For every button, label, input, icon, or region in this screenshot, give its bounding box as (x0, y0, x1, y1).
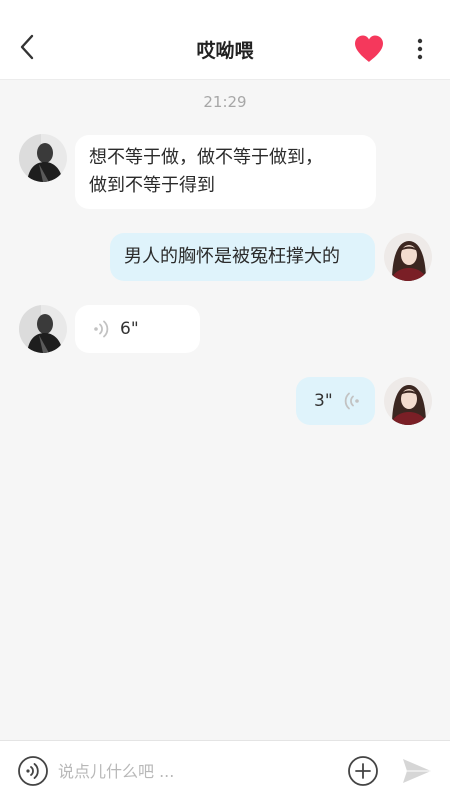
voice-message-bubble[interactable]: 3" (296, 377, 375, 425)
message-text-line: 做到不等于得到 (89, 175, 215, 196)
message-input[interactable] (58, 757, 328, 785)
my-avatar[interactable] (384, 377, 432, 425)
send-icon[interactable] (401, 757, 433, 785)
message-text: 男人的胸怀是被冤枉撑大的 (124, 246, 340, 267)
message-bubble-text[interactable]: 男人的胸怀是被冤枉撑大的 (110, 233, 375, 281)
message-input-bar (0, 740, 450, 800)
favorite-button[interactable] (352, 33, 386, 65)
voice-input-icon[interactable] (17, 755, 49, 787)
voice-wave-icon (344, 392, 359, 410)
plus-circle-icon[interactable] (347, 755, 379, 787)
message-timestamp: 21:29 (203, 93, 247, 111)
more-options-button[interactable] (408, 36, 432, 62)
voice-duration: 6" (120, 319, 139, 339)
voice-message-bubble[interactable]: 6" (75, 305, 200, 353)
heart-icon (355, 35, 383, 62)
contact-avatar[interactable] (19, 305, 67, 353)
message-text-line: 想不等于做，做不等于做到， (89, 147, 323, 168)
more-vertical-icon (417, 38, 423, 60)
my-avatar[interactable] (384, 233, 432, 281)
message-bubble-text[interactable]: 想不等于做，做不等于做到， 做到不等于得到 (75, 135, 376, 209)
voice-duration: 3" (314, 391, 333, 411)
voice-wave-icon (94, 320, 109, 338)
contact-avatar[interactable] (19, 134, 67, 182)
chat-header: 哎呦喂 (0, 0, 450, 80)
